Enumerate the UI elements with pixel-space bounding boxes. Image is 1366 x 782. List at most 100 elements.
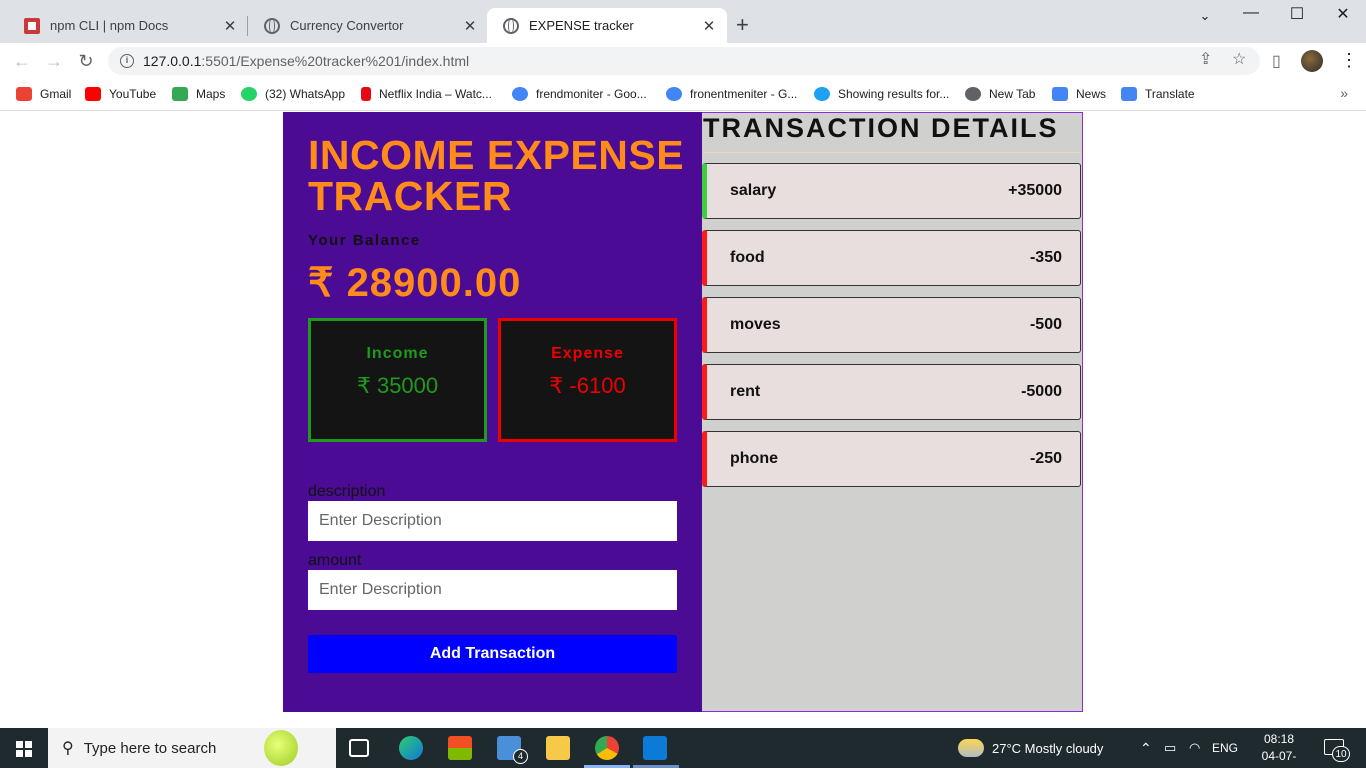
bookmarks-bar: Gmail YouTube Maps (32) WhatsApp Netflix…: [0, 79, 1366, 111]
close-icon[interactable]: ✕: [222, 17, 238, 35]
transaction-panel: TRANSACTION DETAILS salary +35000 food -…: [702, 112, 1083, 712]
edge-icon[interactable]: [399, 736, 423, 760]
bookmark-new-tab[interactable]: New Tab: [965, 85, 1035, 103]
bookmark-label: News: [1076, 87, 1107, 101]
language-indicator[interactable]: ENG: [1212, 728, 1238, 768]
balance-label: Your Balance: [308, 232, 421, 249]
bookmark-label: YouTube: [109, 87, 157, 101]
mail-badge: 4: [513, 749, 528, 764]
system-clock[interactable]: 08:18 04-07-2023: [1249, 731, 1309, 782]
url-path: :5501/Expense%20tracker%201/index.html: [201, 53, 470, 69]
store-icon[interactable]: [448, 736, 472, 760]
bookmark-news[interactable]: News: [1052, 85, 1106, 103]
task-view-icon[interactable]: [349, 739, 369, 757]
balance-value: ₹ 28900.00: [308, 261, 522, 305]
description-input[interactable]: [308, 501, 677, 541]
weather-widget[interactable]: 27°C Mostly cloudy: [958, 728, 1103, 768]
reload-icon[interactable]: ↻: [74, 49, 98, 73]
new-tab-button[interactable]: +: [736, 14, 749, 36]
bookmark-label: Netflix India – Watc...: [379, 87, 492, 101]
transaction-name: salary: [730, 182, 777, 199]
app-title: INCOME EXPENSE TRACKER: [308, 132, 685, 219]
google-icon: [666, 87, 682, 101]
bookmark-label: Translate: [1145, 87, 1195, 101]
url-host: 127.0.0.1: [143, 53, 202, 69]
income-label: Income: [366, 345, 429, 362]
chrome-icon[interactable]: [595, 736, 619, 760]
npm-icon: [24, 17, 40, 34]
bookmark-fronentmeniter[interactable]: fronentmeniter - G...: [666, 85, 797, 103]
wifi-icon[interactable]: ◠: [1189, 728, 1200, 768]
globe-icon: [503, 17, 519, 34]
battery-icon[interactable]: ▭: [1164, 728, 1176, 768]
browser-tab-strip: npm CLI | npm Docs ✕ Currency Convertor …: [0, 0, 1366, 43]
transaction-name: rent: [730, 383, 761, 400]
transaction-item: rent -5000: [702, 364, 1081, 420]
transaction-item: food -350: [702, 230, 1081, 286]
vscode-icon[interactable]: [643, 736, 667, 760]
bookmark-youtube[interactable]: YouTube: [85, 85, 156, 103]
transaction-amount: -250: [1029, 450, 1062, 467]
clock-date: 04-07-2023: [1261, 749, 1297, 780]
globe-icon: [965, 87, 981, 101]
close-icon[interactable]: ✕: [701, 17, 717, 35]
back-arrow-icon[interactable]: ←: [10, 49, 34, 73]
bookmark-netflix[interactable]: Netflix India – Watc...: [361, 85, 492, 103]
forward-arrow-icon[interactable]: →: [42, 49, 66, 73]
tab-expense-tracker[interactable]: EXPENSE tracker ✕: [487, 8, 727, 43]
search-icon: ⚲: [62, 740, 74, 757]
amount-input[interactable]: [308, 570, 677, 610]
income-value: ₹ 35000: [356, 373, 439, 398]
side-panel-icon[interactable]: ▯: [1272, 51, 1281, 71]
transaction-item: salary +35000: [702, 163, 1081, 219]
site-info-icon[interactable]: i: [120, 54, 134, 68]
add-transaction-button[interactable]: Add Transaction: [308, 635, 677, 673]
transaction-amount: -500: [1029, 316, 1062, 333]
page-viewport: INCOME EXPENSE TRACKER Your Balance ₹ 28…: [0, 112, 1366, 728]
transaction-name: phone: [730, 450, 778, 467]
address-bar[interactable]: i 127.0.0.1:5501/Expense%20tracker%201/i…: [108, 47, 1260, 75]
transaction-amount: -350: [1029, 249, 1062, 266]
netflix-icon: [361, 87, 371, 101]
windows-start-icon[interactable]: [16, 741, 32, 757]
tab-title: npm CLI | npm Docs: [50, 18, 169, 33]
bookmark-label: Maps: [196, 87, 226, 101]
bookmark-star-icon[interactable]: ☆: [1232, 49, 1246, 69]
tab-title: EXPENSE tracker: [529, 18, 634, 33]
tab-npm-docs[interactable]: npm CLI | npm Docs ✕: [8, 8, 248, 43]
profile-avatar[interactable]: [1301, 50, 1323, 72]
bookmark-label: New Tab: [989, 87, 1036, 101]
notification-count-badge: 10: [1332, 746, 1350, 762]
youtube-icon: [85, 87, 101, 101]
tray-overflow-chevron-icon[interactable]: ⌃: [1140, 728, 1152, 768]
bookmark-gmail[interactable]: Gmail: [16, 85, 71, 103]
gmail-icon: [16, 87, 32, 101]
bookmark-label: frendmoniter - Goo...: [536, 87, 647, 101]
minimize-button[interactable]: —: [1228, 4, 1274, 22]
expense-card: Expense ₹ -6100: [498, 318, 677, 442]
transaction-amount: +35000: [1008, 182, 1062, 199]
whatsapp-icon: [241, 87, 257, 101]
bookmark-whatsapp[interactable]: (32) WhatsApp: [241, 85, 345, 103]
description-label: description: [308, 483, 386, 500]
bookmarks-overflow-chevron-icon[interactable]: »: [1340, 85, 1348, 101]
maps-icon: [172, 87, 188, 101]
bookmark-translate[interactable]: Translate: [1121, 85, 1195, 103]
google-icon: [512, 87, 528, 101]
file-explorer-icon[interactable]: [546, 736, 570, 760]
window-close-button[interactable]: ✕: [1320, 4, 1366, 24]
maximize-button[interactable]: ☐: [1274, 4, 1320, 24]
bookmark-showing-results[interactable]: Showing results for...: [814, 85, 949, 103]
bookmark-maps[interactable]: Maps: [172, 85, 225, 103]
translate-icon: [1121, 87, 1137, 101]
tab-currency-convertor[interactable]: Currency Convertor ✕: [248, 8, 488, 43]
bookmark-label: Gmail: [40, 87, 72, 101]
close-icon[interactable]: ✕: [462, 17, 478, 35]
tab-search-chevron-icon[interactable]: ⌄: [1182, 8, 1228, 24]
menu-kebab-icon[interactable]: ⋮: [1340, 50, 1358, 71]
bookmark-label: (32) WhatsApp: [265, 87, 346, 101]
share-icon[interactable]: ⇪: [1199, 49, 1212, 69]
bookmark-frendmoniter[interactable]: frendmoniter - Goo...: [512, 85, 647, 103]
transaction-name: food: [730, 249, 765, 266]
tennis-ball-icon[interactable]: [264, 730, 298, 766]
